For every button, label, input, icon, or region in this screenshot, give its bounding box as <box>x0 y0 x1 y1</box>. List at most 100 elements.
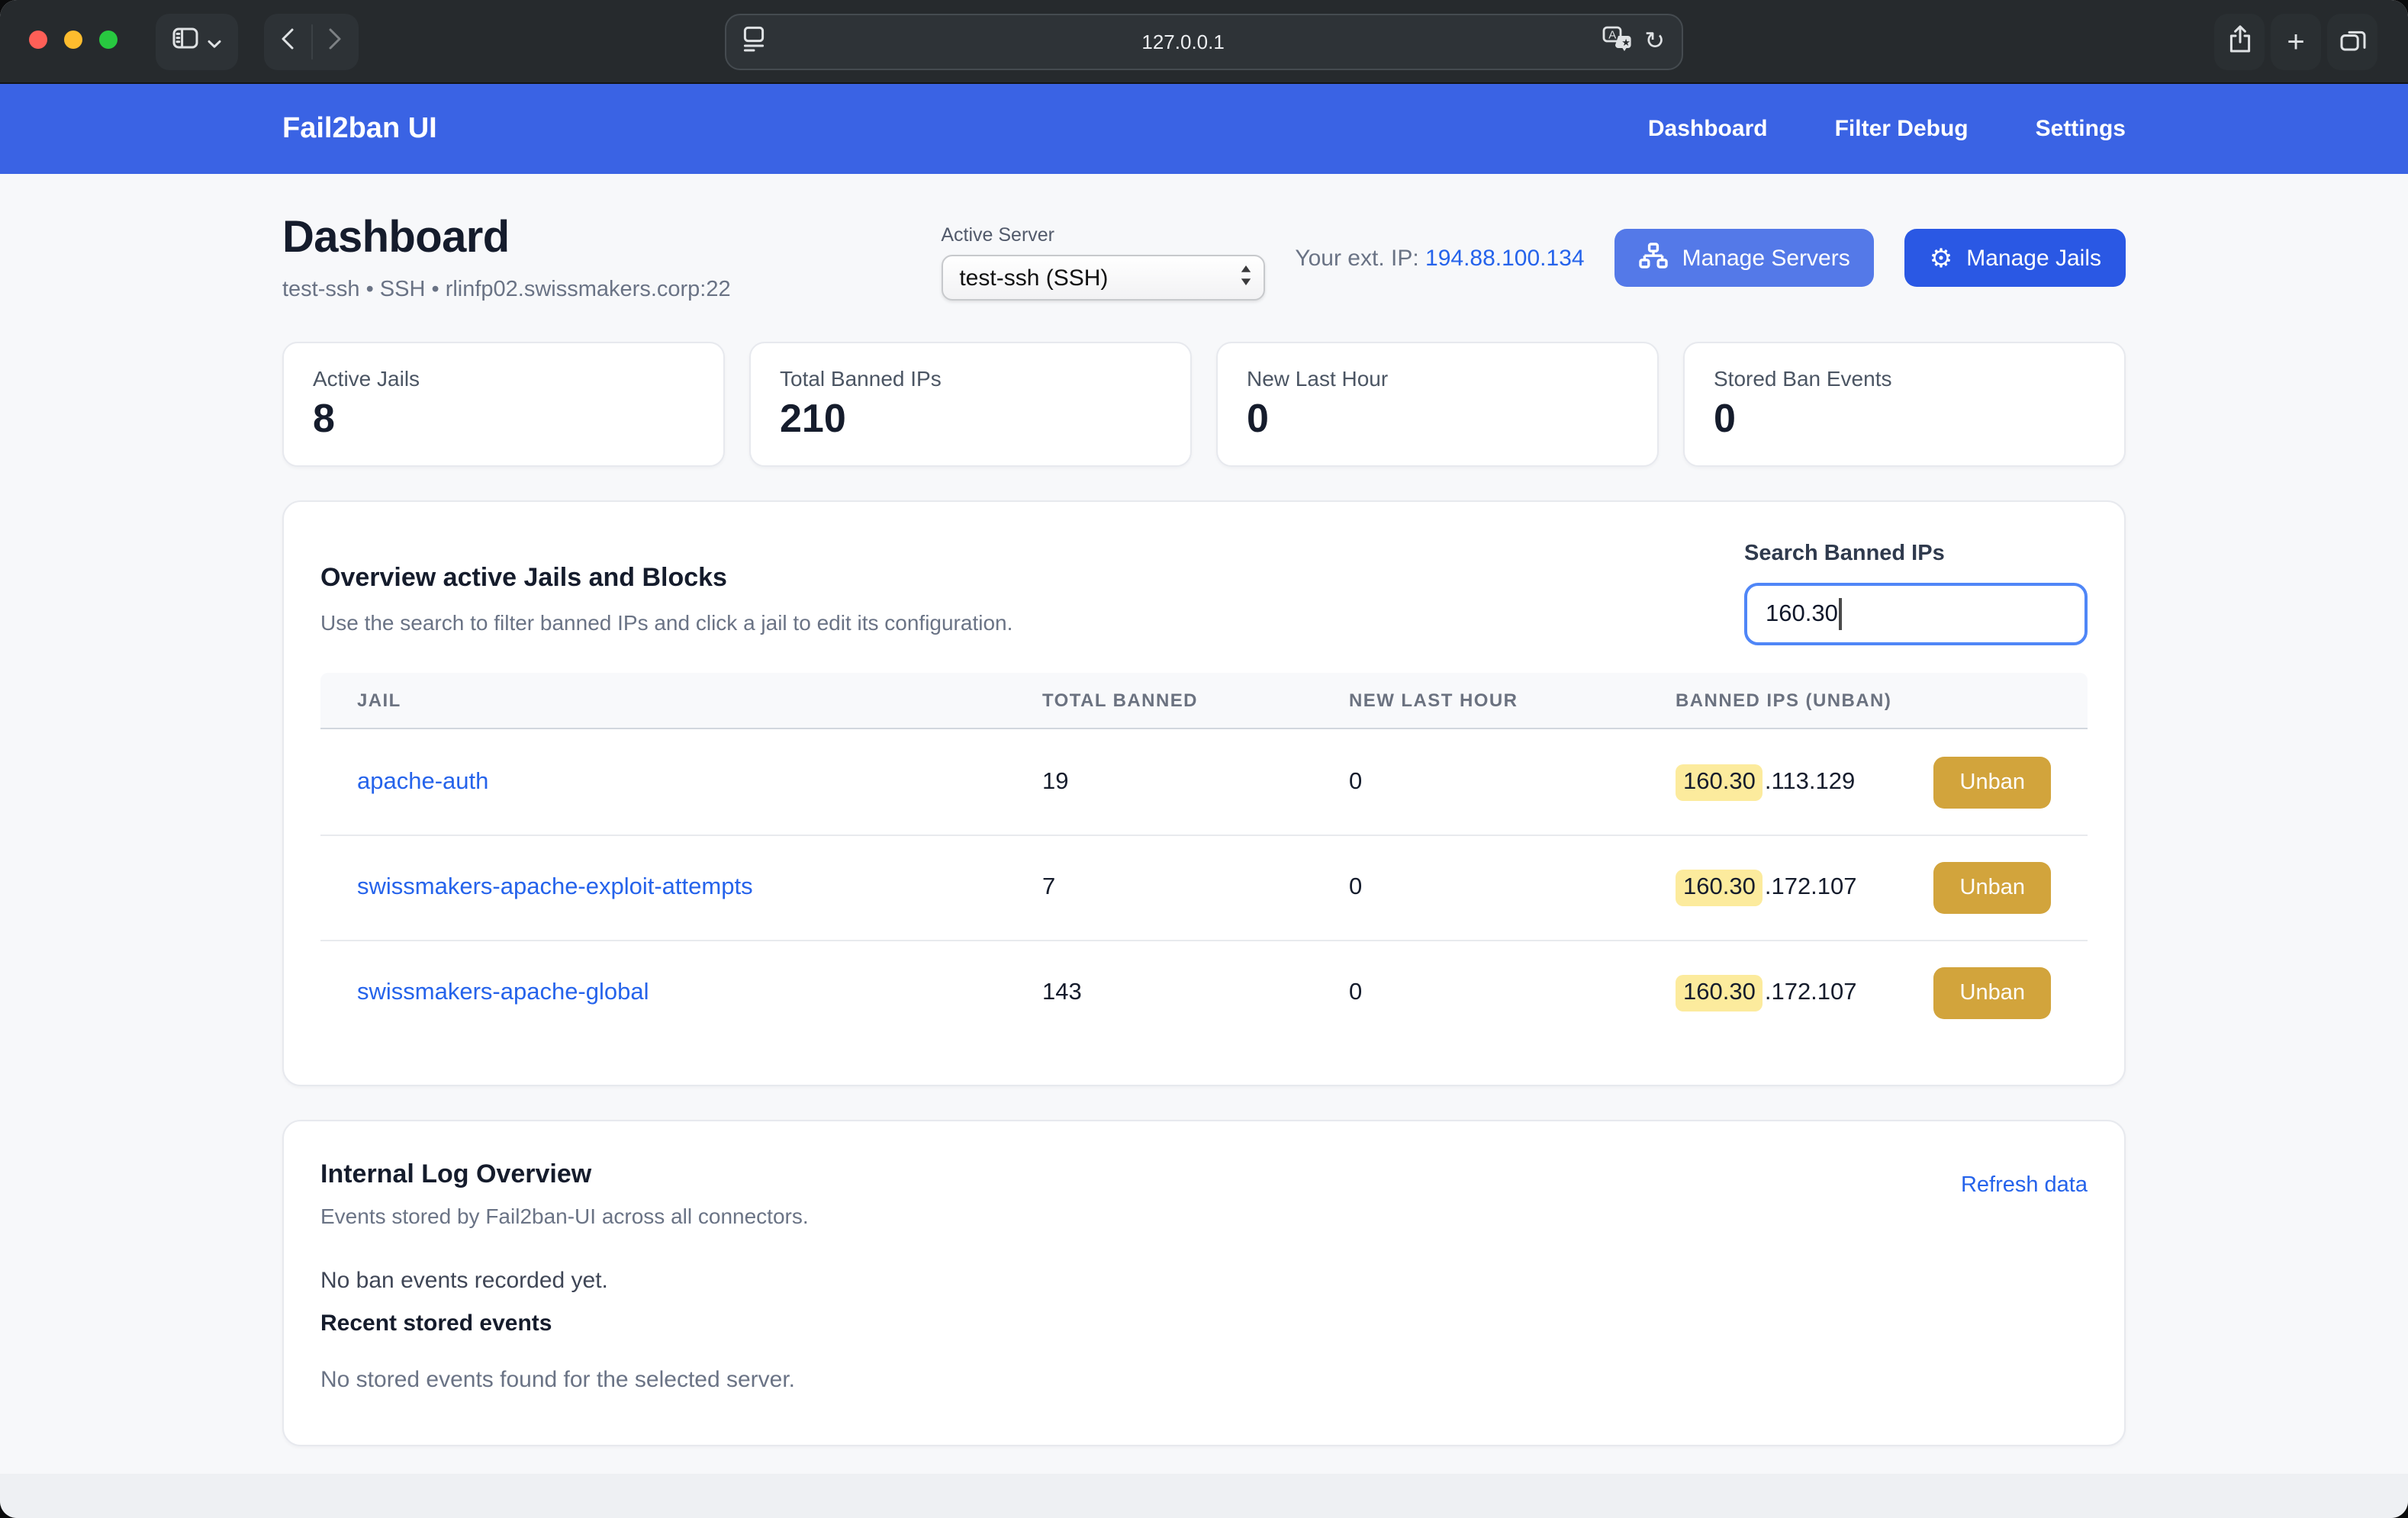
url-text: 127.0.0.1 <box>765 31 1602 53</box>
page-bottom-strip <box>0 1474 2408 1518</box>
table-header-row: JAIL TOTAL BANNED NEW LAST HOUR BANNED I… <box>320 673 2088 729</box>
zoom-window-button[interactable] <box>99 31 118 49</box>
jails-table: JAIL TOTAL BANNED NEW LAST HOUR BANNED I… <box>320 673 2088 1045</box>
table-row: apache-auth 19 0 160.30.113.129 Unban <box>320 729 2088 835</box>
brand-fail2ban-ui[interactable]: Fail2ban UI <box>282 112 437 146</box>
tabs-overview-button[interactable] <box>2327 14 2377 70</box>
safari-window: 127.0.0.1 A ★ ↻ <box>0 0 2408 1518</box>
ip-rest: .113.129 <box>1765 768 1855 796</box>
ip-match-highlight: 160.30 <box>1676 764 1763 800</box>
share-icon <box>2227 24 2252 60</box>
ip-match-highlight: 160.30 <box>1676 975 1763 1011</box>
forward-button[interactable] <box>312 14 359 70</box>
page-header: Dashboard test-ssh • SSH • rlinfp02.swis… <box>282 214 2126 302</box>
ip-rest: .172.107 <box>1765 979 1857 1007</box>
manage-jails-button[interactable]: ⚙ Manage Jails <box>1905 229 2126 287</box>
stat-value: 0 <box>1714 395 2095 442</box>
screen: 127.0.0.1 A ★ ↻ <box>0 0 2408 1518</box>
overview-panel: Overview active Jails and Blocks Use the… <box>282 500 2126 1086</box>
minimize-window-button[interactable] <box>64 31 82 49</box>
close-window-button[interactable] <box>29 31 47 49</box>
search-banned-ips-input[interactable]: 160.30 <box>1744 583 2088 645</box>
jail-link-swissmakers-apache-global[interactable]: swissmakers-apache-global <box>357 979 1042 1007</box>
stat-value: 210 <box>780 395 1161 442</box>
active-server-value: test-ssh (SSH) <box>959 265 1108 291</box>
stat-label: Stored Ban Events <box>1714 366 2095 391</box>
stat-label: Total Banned IPs <box>780 366 1161 391</box>
search-block: Search Banned IPs 160.30 <box>1744 542 2088 645</box>
share-button[interactable] <box>2214 14 2265 70</box>
tabs-overview-icon <box>2339 25 2366 59</box>
stat-card-active-jails: Active Jails 8 <box>282 342 725 467</box>
nav-items: Dashboard Filter Debug Settings <box>1648 116 2126 142</box>
manage-servers-button[interactable]: Manage Servers <box>1615 229 1875 287</box>
column-header-total-banned: TOTAL BANNED <box>1042 690 1349 711</box>
sidebar-icon <box>172 27 198 56</box>
total-banned-value: 143 <box>1042 979 1349 1007</box>
banned-ip: 160.30.113.129 <box>1676 764 1855 800</box>
active-server-label: Active Server <box>941 224 1264 246</box>
ip-match-highlight: 160.30 <box>1676 870 1763 906</box>
unban-button[interactable]: Unban <box>1934 967 2051 1019</box>
unban-button[interactable]: Unban <box>1934 756 2051 808</box>
active-server-block: Active Server test-ssh (SSH) <box>941 224 1264 301</box>
new-last-hour-value: 0 <box>1349 874 1676 902</box>
plus-icon: + <box>2287 27 2304 57</box>
manage-servers-label: Manage Servers <box>1682 245 1850 271</box>
svg-text:A: A <box>1608 27 1615 40</box>
text-cursor <box>1840 598 1842 630</box>
jail-link-swissmakers-apache-exploit-attempts[interactable]: swissmakers-apache-exploit-attempts <box>357 874 1042 902</box>
table-row: swissmakers-apache-global 143 0 160.30.1… <box>320 940 2088 1045</box>
app-navbar: Fail2ban UI Dashboard Filter Debug Setti… <box>0 84 2408 174</box>
back-icon <box>281 27 295 57</box>
stat-value: 0 <box>1247 395 1628 442</box>
page-subtitle: test-ssh • SSH • rlinfp02.swissmakers.co… <box>282 278 731 302</box>
translate-icon[interactable]: A ★ <box>1602 25 1632 59</box>
banned-ip: 160.30.172.107 <box>1676 975 1857 1011</box>
nav-item-settings[interactable]: Settings <box>2036 116 2126 142</box>
sitemap-icon <box>1640 242 1669 274</box>
forward-icon <box>329 27 343 57</box>
no-ban-events-text: No ban events recorded yet. <box>320 1268 2088 1294</box>
back-button[interactable] <box>264 14 311 70</box>
new-tab-button[interactable]: + <box>2271 14 2321 70</box>
banned-ip: 160.30.172.107 <box>1676 870 1857 906</box>
address-bar[interactable]: 127.0.0.1 A ★ ↻ <box>725 14 1683 70</box>
recent-stored-events-title: Recent stored events <box>320 1311 2088 1336</box>
toolbar-right-group: + <box>2214 14 2377 70</box>
table-row: swissmakers-apache-exploit-attempts 7 0 … <box>320 835 2088 940</box>
nav-item-dashboard[interactable]: Dashboard <box>1648 116 1768 142</box>
overview-subtitle: Use the search to filter banned IPs and … <box>320 610 1012 635</box>
stat-label: New Last Hour <box>1247 366 1628 391</box>
jail-link-apache-auth[interactable]: apache-auth <box>357 768 1042 796</box>
total-banned-value: 19 <box>1042 768 1349 796</box>
gear-icon: ⚙ <box>1930 245 1953 271</box>
new-last-hour-value: 0 <box>1349 768 1676 796</box>
search-banned-ips-label: Search Banned IPs <box>1744 542 2088 566</box>
internal-log-panel: Internal Log Overview Events stored by F… <box>282 1120 2126 1446</box>
total-banned-value: 7 <box>1042 874 1349 902</box>
nav-item-filter-debug[interactable]: Filter Debug <box>1835 116 1969 142</box>
stat-card-new-last-hour: New Last Hour 0 <box>1216 342 1659 467</box>
select-arrows-icon <box>1238 263 1252 292</box>
stat-value: 8 <box>313 395 694 442</box>
column-header-jail: JAIL <box>357 690 1042 711</box>
reload-icon[interactable]: ↻ <box>1644 30 1665 54</box>
log-title: Internal Log Overview <box>320 1159 809 1190</box>
history-nav-group <box>264 14 359 70</box>
no-stored-events-text: No stored events found for the selected … <box>320 1367 2088 1433</box>
stat-label: Active Jails <box>313 366 694 391</box>
stats-row: Active Jails 8 Total Banned IPs 210 New … <box>282 342 2126 467</box>
page-title: Dashboard <box>282 214 731 264</box>
page-icon[interactable] <box>743 25 765 59</box>
stat-card-total-banned: Total Banned IPs 210 <box>749 342 1192 467</box>
svg-text:★: ★ <box>1621 37 1630 48</box>
manage-jails-label: Manage Jails <box>1966 245 2101 271</box>
sidebar-toggle-button[interactable] <box>156 14 238 70</box>
unban-button[interactable]: Unban <box>1934 862 2051 914</box>
refresh-data-link[interactable]: Refresh data <box>1961 1173 2088 1198</box>
column-header-new-last-hour: NEW LAST HOUR <box>1349 690 1676 711</box>
active-server-select[interactable]: test-ssh (SSH) <box>941 255 1264 301</box>
ext-ip-link[interactable]: 194.88.100.134 <box>1425 245 1585 271</box>
column-header-banned-ips: BANNED IPS (UNBAN) <box>1676 690 2051 711</box>
